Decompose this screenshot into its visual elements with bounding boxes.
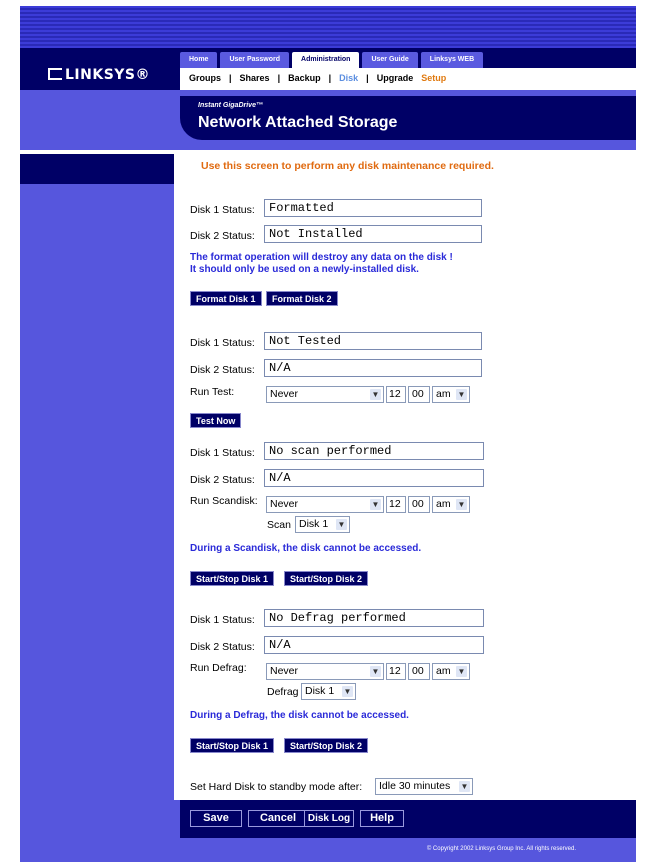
tab-linksys-web[interactable]: Linksys WEB [420,52,484,68]
disk-settings-heading: Disk Settings [563,162,633,174]
defrag-disk-select[interactable]: Disk 1 ▼ [301,683,356,700]
scandisk-note: During a Scandisk, the disk cannot be ac… [190,543,422,554]
defrag-disk2-status: N/A [264,636,484,654]
defrag-ampm-select[interactable]: am ▼ [432,663,470,680]
selftest-disk1-status: Not Tested [264,332,482,350]
format-disk2-button[interactable]: Format Disk 2 [266,291,338,306]
subnav-disk[interactable]: Disk [339,73,358,83]
scandisk-disk-select[interactable]: Disk 1 ▼ [295,516,350,533]
page-frame: LINKSYS® Home User Password Administrati… [20,6,636,862]
subnav-shares[interactable]: Shares [240,73,270,83]
cancel-button[interactable]: Cancel [248,810,308,827]
scandisk-disk2-label: Disk 2 Status: [190,474,255,486]
selftest-ampm-select[interactable]: am ▼ [432,386,470,403]
defrag-start-stop-disk2-button[interactable]: Start/Stop Disk 2 [284,738,369,753]
copyright-text: © Copyright 2002 Linksys Group Inc. All … [426,846,576,852]
scandisk-hour-field[interactable]: 12 [386,496,406,513]
action-bar: Save Cancel Disk Log Help [20,800,636,838]
defrag-note: During a Defrag, the disk cannot be acce… [190,710,409,721]
scandisk-disk2-status: N/A [264,469,484,487]
defrag-disk1-label: Disk 1 Status: [190,614,255,626]
main-tabs: Home User Password Administration User G… [180,52,484,68]
subnav-groups[interactable]: Groups [189,73,221,83]
tab-administration[interactable]: Administration [292,52,360,68]
chevron-down-icon: ▼ [459,781,470,792]
help-button[interactable]: Help [360,810,404,827]
format-disk1-status: Formatted [264,199,482,217]
defrag-run-label: Run Defrag: [190,662,247,674]
selftest-run-label: Run Test: [190,386,235,398]
chevron-down-icon: ▼ [370,389,381,400]
format-disk-label: Format Disk [569,195,633,207]
scandisk-ampm-select[interactable]: am ▼ [432,496,470,513]
standby-label: Standby [589,774,633,786]
subnav-backup[interactable]: Backup [288,73,321,83]
defrag-disk2-label: Disk 2 Status: [190,641,255,653]
save-button[interactable]: Save [190,810,242,827]
test-now-button[interactable]: Test Now [190,413,242,428]
scandisk-disk1-status: No scan performed [264,442,484,460]
chevron-down-icon: ▼ [456,389,467,400]
selftest-disk2-status: N/A [264,359,482,377]
subnav-upgrade[interactable]: Upgrade [377,73,414,83]
self-test-label: Self-test (S.M.A.R.T.) [526,332,633,344]
selftest-frequency-select[interactable]: Never ▼ [266,386,384,403]
chevron-down-icon: ▼ [370,666,381,677]
defrag-hour-field[interactable]: 12 [386,663,406,680]
scandisk-scan-label: Scan [267,519,291,531]
selftest-disk1-label: Disk 1 Status: [190,337,255,349]
scandisk-run-label: Run Scandisk: [190,495,258,507]
chevron-down-icon: ▼ [336,519,347,530]
format-disk2-status: Not Installed [264,225,482,243]
product-title: Network Attached Storage [198,114,398,131]
scandisk-label: Scandisk [584,440,633,452]
defrag-disk-label: Defrag [267,686,299,698]
format-warning-line1: The format operation will destroy any da… [190,252,453,263]
defrag-minute-field[interactable]: 00 [408,663,430,680]
scandisk-frequency-select[interactable]: Never ▼ [266,496,384,513]
top-banner [20,6,636,48]
tab-user-password[interactable]: User Password [220,52,290,68]
footer: © Copyright 2002 Linksys Group Inc. All … [20,838,636,862]
scandisk-start-stop-disk1-button[interactable]: Start/Stop Disk 1 [190,571,275,586]
standby-text: Set Hard Disk to standby mode after: [190,781,363,793]
selftest-minute-field[interactable]: 00 [408,386,430,403]
logo-mark-icon [48,68,62,80]
product-subtitle: Instant GigaDrive™ [198,102,263,109]
product-box: Instant GigaDrive™ Network Attached Stor… [180,96,636,140]
chevron-down-icon: ▼ [342,686,353,697]
format-disk1-button[interactable]: Format Disk 1 [190,291,262,306]
format-warning-line2: It should only be used on a newly-instal… [190,264,419,275]
scandisk-minute-field[interactable]: 00 [408,496,430,513]
format-disk2-label: Disk 2 Status: [190,230,255,242]
chevron-down-icon: ▼ [370,499,381,510]
intro-text: Use this screen to perform any disk main… [201,160,494,172]
product-bar: Instant GigaDrive™ Network Attached Stor… [20,90,636,150]
subnav-setup[interactable]: Setup [421,73,446,83]
scandisk-disk1-label: Disk 1 Status: [190,447,255,459]
defrag-label: Defrag [598,609,633,621]
tab-home[interactable]: Home [180,52,218,68]
defrag-frequency-select[interactable]: Never ▼ [266,663,384,680]
defrag-start-stop-disk1-button[interactable]: Start/Stop Disk 1 [190,738,275,753]
sub-navigation: Groups | Shares | Backup | Disk | Upgrade Setup [180,68,636,90]
disk-log-button[interactable]: Disk Log [304,810,354,827]
left-column-heading-bg [20,154,174,184]
linksys-logo: LINKSYS® [48,67,150,83]
defrag-disk1-status: No Defrag performed [264,609,484,627]
selftest-disk2-label: Disk 2 Status: [190,364,255,376]
tab-user-guide[interactable]: User Guide [362,52,418,68]
logo-text: LINKSYS® [65,67,150,83]
standby-select[interactable]: Idle 30 minutes ▼ [375,778,473,795]
chevron-down-icon: ▼ [456,499,467,510]
scandisk-start-stop-disk2-button[interactable]: Start/Stop Disk 2 [284,571,369,586]
left-column [20,154,174,800]
selftest-hour-field[interactable]: 12 [386,386,406,403]
format-disk1-label: Disk 1 Status: [190,204,255,216]
chevron-down-icon: ▼ [456,666,467,677]
action-bar-inner: Save Cancel Disk Log Help [180,800,636,838]
